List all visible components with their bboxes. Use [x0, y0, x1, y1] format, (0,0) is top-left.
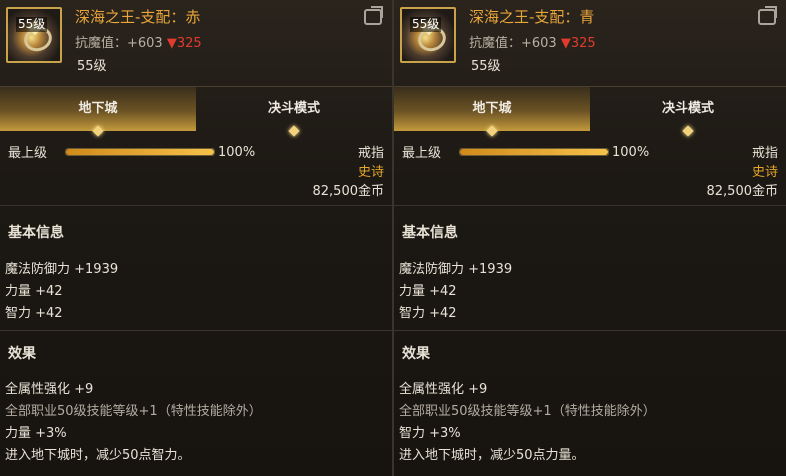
effect-title: 效果 — [402, 346, 430, 362]
slot-type: 戒指 — [357, 146, 384, 161]
resist-down: ▼325 — [166, 36, 202, 51]
tab-duel[interactable]: 决斗模式 — [196, 87, 392, 137]
item-header: 55级 深海之王-支配：赤 抗魔值：+603 ▼325 55级 — [0, 0, 392, 86]
effect-line: 力量 +3% — [5, 426, 67, 441]
effect-line: 进入地下城时，减少50点力量。 — [399, 448, 585, 463]
level-badge: 55级 — [16, 17, 48, 32]
tab-dungeon[interactable]: 地下城 — [0, 87, 196, 137]
stat-line: 魔法防御力 +1939 — [399, 262, 513, 277]
ring-item-icon: 55级 — [400, 7, 456, 63]
tab-duel-label: 决斗模式 — [661, 101, 714, 116]
grade-bar-fill — [460, 149, 608, 155]
stat-line: 魔法防御力 +1939 — [5, 262, 119, 277]
price: 82,500金币 — [706, 184, 779, 199]
price: 82,500金币 — [312, 184, 385, 199]
tab-duel[interactable]: 决斗模式 — [590, 87, 786, 137]
effect-line: 全属性强化 +9 — [399, 382, 488, 397]
basic-info-title: 基本信息 — [8, 225, 64, 241]
stat-line: 智力 +42 — [5, 306, 63, 321]
resist-down: ▼325 — [560, 36, 596, 51]
item-name: 深海之王-支配：赤 — [75, 8, 201, 26]
item-level: 55级 — [77, 59, 107, 74]
effect-line: 全部职业50级技能等级+1（特性技能除外） — [5, 404, 262, 419]
grade-bar — [459, 148, 609, 156]
tab-duel-label: 决斗模式 — [267, 101, 320, 116]
item-tooltip-right: 55级 深海之王-支配：青 抗魔值：+603 ▼325 55级 地下城 决斗模式… — [392, 0, 786, 476]
item-name: 深海之王-支配：青 — [469, 8, 595, 26]
tab-dungeon-label: 地下城 — [472, 101, 512, 116]
divider — [394, 330, 786, 331]
resist-prefix: 抗魔值：+603 — [75, 36, 167, 51]
share-icon[interactable] — [758, 9, 776, 25]
grade-bar — [65, 148, 215, 156]
grade-label: 最上级 — [402, 146, 442, 161]
diamond-icon — [486, 125, 498, 137]
resist-value: 抗魔值：+603 ▼325 — [75, 32, 202, 51]
grade-percent: 100% — [612, 145, 650, 160]
diamond-icon — [92, 125, 104, 137]
level-badge: 55级 — [410, 17, 442, 32]
divider — [394, 205, 786, 206]
ring-item-icon: 55级 — [6, 7, 62, 63]
divider — [0, 330, 392, 331]
grade-percent: 100% — [218, 145, 256, 160]
effect-line: 全部职业50级技能等级+1（特性技能除外） — [399, 404, 656, 419]
effect-title: 效果 — [8, 346, 36, 362]
slot-type: 戒指 — [751, 146, 778, 161]
divider — [0, 205, 392, 206]
rarity: 史诗 — [357, 165, 384, 180]
diamond-icon — [288, 125, 300, 137]
resist-value: 抗魔值：+603 ▼325 — [469, 32, 596, 51]
grade-bar-fill — [66, 149, 214, 155]
tab-dungeon-label: 地下城 — [78, 101, 118, 116]
basic-info-title: 基本信息 — [402, 225, 458, 241]
item-level: 55级 — [471, 59, 501, 74]
stat-line: 力量 +42 — [5, 284, 63, 299]
stat-line: 智力 +42 — [399, 306, 457, 321]
mode-tabs: 地下城 决斗模式 — [0, 86, 392, 137]
diamond-icon — [682, 125, 694, 137]
effect-line: 智力 +3% — [399, 426, 461, 441]
mode-tabs: 地下城 决斗模式 — [394, 86, 786, 137]
share-icon[interactable] — [364, 9, 382, 25]
effect-line: 进入地下城时，减少50点智力。 — [5, 448, 191, 463]
stat-line: 力量 +42 — [399, 284, 457, 299]
item-tooltip-left: 55级 深海之王-支配：赤 抗魔值：+603 ▼325 55级 地下城 决斗模式… — [0, 0, 392, 476]
rarity: 史诗 — [751, 165, 778, 180]
resist-prefix: 抗魔值：+603 — [469, 36, 561, 51]
grade-label: 最上级 — [8, 146, 48, 161]
item-header: 55级 深海之王-支配：青 抗魔值：+603 ▼325 55级 — [394, 0, 786, 86]
effect-line: 全属性强化 +9 — [5, 382, 94, 397]
tab-dungeon[interactable]: 地下城 — [394, 87, 590, 137]
